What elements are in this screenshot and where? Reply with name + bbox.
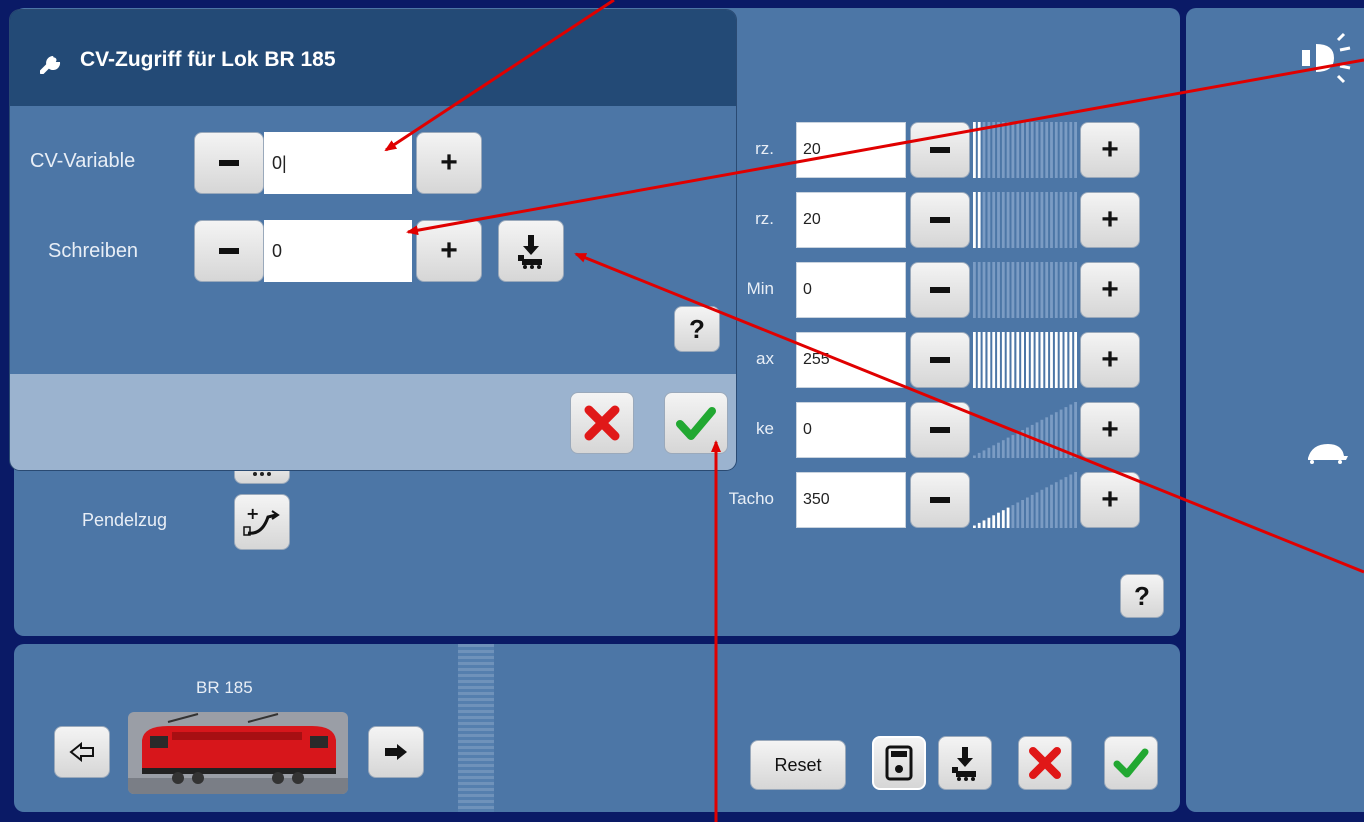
schreiben-minus-button[interactable] (194, 220, 264, 282)
setting-level-slider[interactable] (972, 402, 1078, 458)
dialog-footer (10, 374, 736, 470)
arrow-right-icon (385, 744, 407, 760)
setting-level-slider[interactable] (972, 192, 1078, 248)
loco-selector-panel: BR 185 Reset (14, 644, 1180, 812)
decoder-read-icon (885, 745, 913, 781)
setting-plus-button[interactable]: + (1080, 332, 1140, 388)
schreiben-plus-button[interactable]: + (416, 220, 482, 282)
cv-access-dialog: CV-Zugriff für Lok BR 185 CV-Variable 0|… (10, 10, 736, 470)
write-to-loco-icon (518, 235, 542, 269)
setting-value-input[interactable]: 20 (796, 122, 906, 178)
arrow-left-outline-icon (69, 742, 94, 762)
write-cv-button[interactable] (498, 220, 564, 282)
cv-variable-input[interactable]: 0| (264, 132, 412, 194)
dialog-confirm-button[interactable] (664, 392, 728, 454)
setting-plus-button[interactable]: + (1080, 192, 1140, 248)
next-loco-button[interactable] (368, 726, 424, 778)
help-icon: ? (689, 313, 705, 344)
pendelzug-label: Pendelzug (82, 510, 168, 530)
cv-variable-minus-button[interactable] (194, 132, 264, 194)
dialog-header: CV-Zugriff für Lok BR 185 (10, 10, 736, 106)
read-decoder-button[interactable] (872, 736, 926, 790)
setting-label: ax (756, 349, 774, 368)
prev-loco-button[interactable] (54, 726, 110, 778)
loco-image[interactable] (128, 712, 348, 794)
dialog-body: CV-Variable 0| + Schreiben 0 + ? (10, 106, 736, 374)
setting-plus-button[interactable]: + (1080, 262, 1140, 318)
setting-level-slider[interactable] (972, 262, 1078, 318)
setting-value-input[interactable]: 255 (796, 332, 906, 388)
dialog-title: CV-Zugriff für Lok BR 185 (80, 48, 336, 71)
help-icon: ? (1134, 580, 1150, 611)
setting-minus-button[interactable] (910, 402, 970, 458)
setting-minus-button[interactable] (910, 122, 970, 178)
red-x-icon (1029, 747, 1061, 779)
scroll-track[interactable] (458, 644, 494, 812)
setting-value-input[interactable]: 0 (796, 262, 906, 318)
dialog-cancel-button[interactable] (570, 392, 634, 454)
wrench-icon (40, 56, 61, 74)
setting-level-slider[interactable] (972, 472, 1078, 528)
setting-label: rz. (755, 209, 774, 228)
setting-level-slider[interactable] (972, 122, 1078, 178)
schreiben-label: Schreiben (48, 240, 139, 262)
setting-minus-button[interactable] (910, 192, 970, 248)
setting-label: Min (746, 279, 774, 298)
setting-minus-button[interactable] (910, 332, 970, 388)
green-check-icon (1113, 748, 1149, 778)
setting-label: ke (756, 419, 774, 438)
setting-plus-button[interactable]: + (1080, 472, 1140, 528)
setting-value-input[interactable]: 20 (796, 192, 906, 248)
setting-minus-button[interactable] (910, 472, 970, 528)
setting-level-slider[interactable] (972, 332, 1078, 388)
setting-plus-button[interactable]: + (1080, 402, 1140, 458)
setting-plus-button[interactable]: + (1080, 122, 1140, 178)
pendelzug-button[interactable]: + (234, 494, 290, 550)
cancel-button[interactable] (1018, 736, 1072, 790)
settings-help-button[interactable]: ? (1120, 574, 1164, 618)
svg-text:+: + (246, 505, 259, 523)
shuttle-train-icon: + (243, 505, 280, 536)
dialog-help-button[interactable]: ? (674, 306, 720, 352)
turtle-icon[interactable] (1304, 440, 1350, 464)
write-decoder-button[interactable] (938, 736, 992, 790)
cv-variable-label: CV-Variable (30, 150, 136, 172)
reset-button[interactable]: Reset (750, 740, 846, 790)
green-check-icon (676, 407, 716, 440)
schreiben-input[interactable]: 0 (264, 220, 412, 282)
setting-minus-button[interactable] (910, 262, 970, 318)
setting-value-input[interactable]: 0 (796, 402, 906, 458)
red-x-icon (584, 405, 620, 441)
setting-value-input[interactable]: 350 (796, 472, 906, 528)
confirm-button[interactable] (1104, 736, 1158, 790)
setting-label: rz. (755, 139, 774, 158)
cv-variable-plus-button[interactable]: + (416, 132, 482, 194)
headlight-icon[interactable] (1294, 30, 1354, 90)
setting-label: Tacho (728, 489, 774, 508)
function-panel (1186, 8, 1364, 812)
reset-label: Reset (774, 754, 822, 775)
loco-name: BR 185 (196, 678, 253, 697)
red-locomotive-icon (128, 713, 348, 794)
write-to-loco-icon (952, 747, 976, 781)
